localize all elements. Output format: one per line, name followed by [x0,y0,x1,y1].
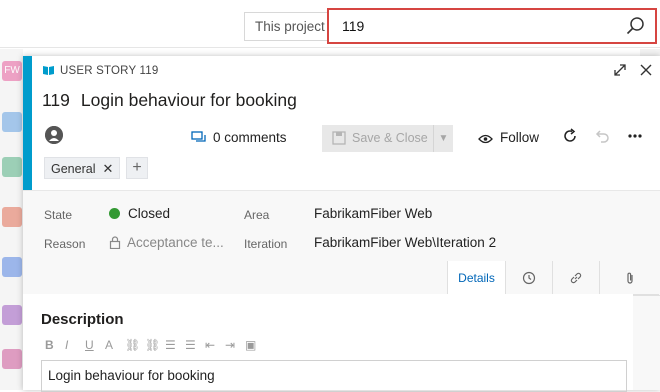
lock-icon [109,236,121,249]
work-item-title-text[interactable]: Login behaviour for booking [81,90,297,110]
rich-text-toolbar: B I U A ⛓ ⛓ ☰ ☰ ⇤ ⇥ ▣ [45,338,265,354]
tab-details[interactable]: Details [447,261,505,295]
area-label: Area [244,208,270,222]
state-indicator [109,208,120,219]
work-item-panel: USER STORY 119 119 Login behaviour for bo… [23,56,660,392]
save-close-label[interactable]: Save & Close [352,131,428,145]
bullet-list-icon[interactable]: ☰ [165,338,185,352]
state-field[interactable]: Closed [109,206,239,221]
chevron-down-icon[interactable]: ▼ [433,125,453,152]
work-item-tabs: Details [447,261,659,295]
underline-icon[interactable]: U [85,338,105,352]
tab-details-label[interactable]: Details [458,271,495,285]
follow-button[interactable]: Follow [478,130,539,145]
highlight-icon[interactable]: A [105,338,125,352]
work-item-id: 119 [42,90,70,110]
tag-chip[interactable]: General ✕ [44,157,121,179]
book-icon [43,66,54,75]
description-section: Description B I U A ⛓ ⛓ ☰ ☰ ⇤ ⇥ ▣ Login behaviour … [23,294,633,392]
tag-label: General [51,162,96,176]
search-input-value[interactable]: 119 [342,18,364,34]
save-icon [332,131,346,145]
decrease-indent-icon[interactable]: ⇤ [205,338,225,352]
state-value[interactable]: Closed [128,206,170,221]
tab-attachments[interactable] [599,261,659,295]
tab-links[interactable] [552,261,599,295]
search-scope-selector[interactable]: This project [244,12,330,41]
left-nav-rail: FW [0,49,23,390]
numbered-list-icon[interactable]: ☰ [185,338,205,352]
more-actions-icon[interactable] [626,127,644,145]
search-input[interactable]: 119 [327,8,657,44]
iteration-label: Iteration [244,237,288,251]
history-icon [522,271,536,285]
attachment-icon [626,272,633,284]
close-icon[interactable] [638,62,654,78]
reason-value[interactable]: Acceptance te... [127,235,224,250]
top-bar: This project 119 [0,0,660,48]
work-item-type-accent [23,56,32,190]
increase-indent-icon[interactable]: ⇥ [225,338,245,352]
eye-icon [478,134,493,144]
comments-link[interactable]: 0 comments [191,130,287,145]
expand-icon[interactable] [612,62,628,78]
tab-history[interactable] [505,261,552,295]
state-label: State [44,208,73,222]
link-icon [570,272,582,284]
reason-label: Reason [44,237,86,251]
save-close-button[interactable]: Save & Close ▼ [322,125,453,152]
remove-tag-icon[interactable]: ✕ [102,161,113,176]
rail-overlay [0,49,23,390]
add-tag-button[interactable]: + [126,157,148,179]
remove-link-icon[interactable]: ⛓ [145,338,165,352]
insert-image-icon[interactable]: ▣ [245,338,265,352]
work-item-type: USER STORY 119 [42,64,158,77]
work-item-header: USER STORY 119 119 Login behaviour for bo… [32,56,660,190]
insert-link-icon[interactable]: ⛓ [125,338,145,352]
description-editor[interactable]: Login behaviour for booking [41,360,627,392]
reason-field[interactable]: Acceptance te... [109,235,243,250]
comment-icon [191,131,206,142]
description-heading: Description [41,311,124,328]
iteration-value[interactable]: FabrikamFiber Web\Iteration 2 [314,235,634,250]
work-item-type-label: USER STORY 119 [60,65,159,77]
follow-label[interactable]: Follow [500,130,539,145]
undo-icon[interactable] [593,127,611,145]
bold-icon[interactable]: B [45,338,65,352]
comments-label[interactable]: 0 comments [213,130,287,145]
area-value[interactable]: FabrikamFiber Web [314,206,544,221]
refresh-icon[interactable] [561,127,579,145]
work-item-title[interactable]: 119 Login behaviour for booking [42,90,297,111]
search-icon[interactable] [625,16,645,36]
avatar[interactable] [45,126,63,144]
italic-icon[interactable]: I [65,338,85,352]
